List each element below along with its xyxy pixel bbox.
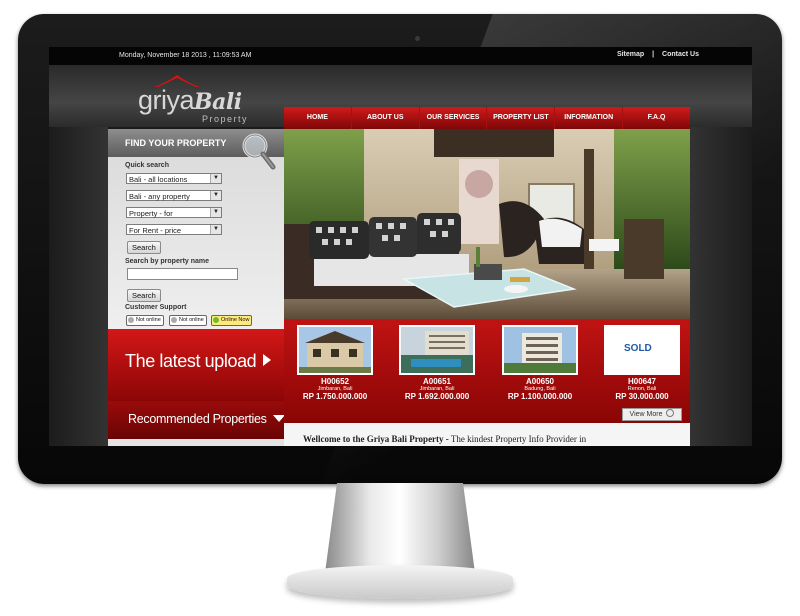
quick-search-button[interactable]: Search [127,241,161,254]
magnifier-icon [242,133,276,170]
dropdown-arrow-icon: ▼ [210,208,221,217]
view-more-button[interactable]: View More [622,408,682,421]
nav-faq[interactable]: F.A.Q [623,107,690,129]
listing-code: H00647 [627,377,657,386]
support-status-text: Online Now [221,317,250,323]
latest-listings: H00652 Jimbaran, Bali RP 1.750.000.000 A… [284,319,690,423]
welcome-text: Wellcome to the Griya Bali Property - Th… [303,434,586,444]
listing-code: A00651 [422,377,452,386]
listing-thumbnail [297,325,373,375]
property-for-select-value: Property - for [129,209,173,218]
property-type-select-value: Bali - any property [129,192,190,201]
top-bar: Monday, November 18 2013 , 11:09:53 AM S… [49,47,752,65]
latest-upload-text: The latest upload [125,351,271,372]
listing-card[interactable]: A00651 Jimbaran, Bali RP 1.692.000.000 [397,325,477,401]
contact-link[interactable]: Contact Us [662,51,699,58]
recommended-text: Recommended Properties [128,412,285,426]
location-select-value: Bali - all locations [129,175,188,184]
support-status-text: Not online [136,317,161,323]
dropdown-arrow-icon: ▼ [210,191,221,200]
latest-upload-banner[interactable]: The latest upload [108,329,284,401]
living-room-image [284,129,690,319]
nav-property-list[interactable]: PROPERTY LIST [487,107,556,129]
price-select[interactable]: For Rent - price ▼ [126,224,222,235]
property-name-input[interactable] [127,268,238,280]
house-photo [299,327,371,373]
support-status-3[interactable]: Online Now [211,315,253,326]
name-search-button[interactable]: Search [127,289,161,302]
welcome-section: Wellcome to the Griya Bali Property - Th… [284,423,690,446]
date-time: Monday, November 18 2013 , 11:09:53 AM [119,52,252,59]
location-select[interactable]: Bali - all locations ▼ [126,173,222,184]
support-status-text: Not online [179,317,204,323]
listing-thumbnail: SOLD [604,325,680,375]
building-photo [504,327,576,373]
monitor-stand-neck [325,483,475,573]
logo-wordmark: griyaBali [138,85,242,116]
recommended-properties-banner[interactable]: Recommended Properties [108,401,285,439]
website-screen: Monday, November 18 2013 , 11:09:53 AM S… [49,47,752,446]
sidebar-bottom-strip [108,439,284,446]
support-status-1[interactable]: Not online [126,315,164,326]
sitemap-link[interactable]: Sitemap [617,51,644,58]
listing-price: RP 1.692.000.000 [404,392,470,401]
logo-accent-text: Bali [194,89,242,115]
hero-photo [284,129,690,319]
property-type-select[interactable]: Bali - any property ▼ [126,190,222,201]
site-logo[interactable]: griyaBali Property [138,71,258,125]
top-links: Sitemap | Contact Us [614,51,702,58]
messenger-icon [171,317,177,323]
listing-price: RP 30.000.000 [615,392,669,401]
messenger-icon [213,317,219,323]
main-nav: HOME ABOUT US OUR SERVICES PROPERTY LIST… [284,107,690,129]
latest-upload-label: The latest upload [125,351,257,371]
nav-information[interactable]: INFORMATION [555,107,624,129]
logo-main-text: griya [138,85,195,115]
listing-code: A00650 [525,377,555,386]
listing-card[interactable]: A00650 Badung, Bali RP 1.100.000.000 [500,325,580,401]
search-panel-title: FIND YOUR PROPERTY [125,138,227,148]
circle-icon [666,409,675,417]
price-select-value: For Rent - price [129,226,182,235]
listing-price: RP 1.100.000.000 [507,392,573,401]
customer-support-label: Customer Support [125,304,187,311]
listing-price: RP 1.750.000.000 [302,392,368,401]
listing-thumbnail [502,325,578,375]
listing-thumbnail [399,325,475,375]
welcome-bold: Wellcome to the Griya Bali Property - [303,434,449,444]
background-right [690,127,752,446]
messenger-icon [128,317,134,323]
listing-code: H00652 [320,377,350,386]
recommended-label: Recommended Properties [128,412,267,426]
apartment-photo [401,327,473,373]
welcome-rest: The kindest Property Info Provider in [448,434,587,444]
dropdown-arrow-icon: ▼ [210,174,221,183]
nav-home[interactable]: HOME [284,107,352,129]
support-status-2[interactable]: Not online [169,315,207,326]
view-more-label: View More [629,411,663,418]
sold-badge: SOLD [624,343,652,354]
nav-our-services[interactable]: OUR SERVICES [420,107,488,129]
arrow-down-icon [272,415,285,422]
logo-subtitle: Property [202,114,249,124]
property-for-select[interactable]: Property - for ▼ [126,207,222,218]
background-left [49,127,108,446]
search-panel: FIND YOUR PROPERTY Quick search Bali - a… [108,129,284,329]
listing-card[interactable]: SOLD H00647 Renon, Bali RP 30.000.000 [602,325,682,401]
monitor-stand-foot [287,565,513,599]
quick-search-label: Quick search [125,162,169,169]
arrow-right-icon [262,354,271,366]
nav-about-us[interactable]: ABOUT US [352,107,420,129]
link-separator: | [652,51,655,58]
name-search-label: Search by property name [125,258,210,265]
listing-card[interactable]: H00652 Jimbaran, Bali RP 1.750.000.000 [295,325,375,401]
dropdown-arrow-icon: ▼ [210,225,221,234]
camera-dot [415,36,420,41]
